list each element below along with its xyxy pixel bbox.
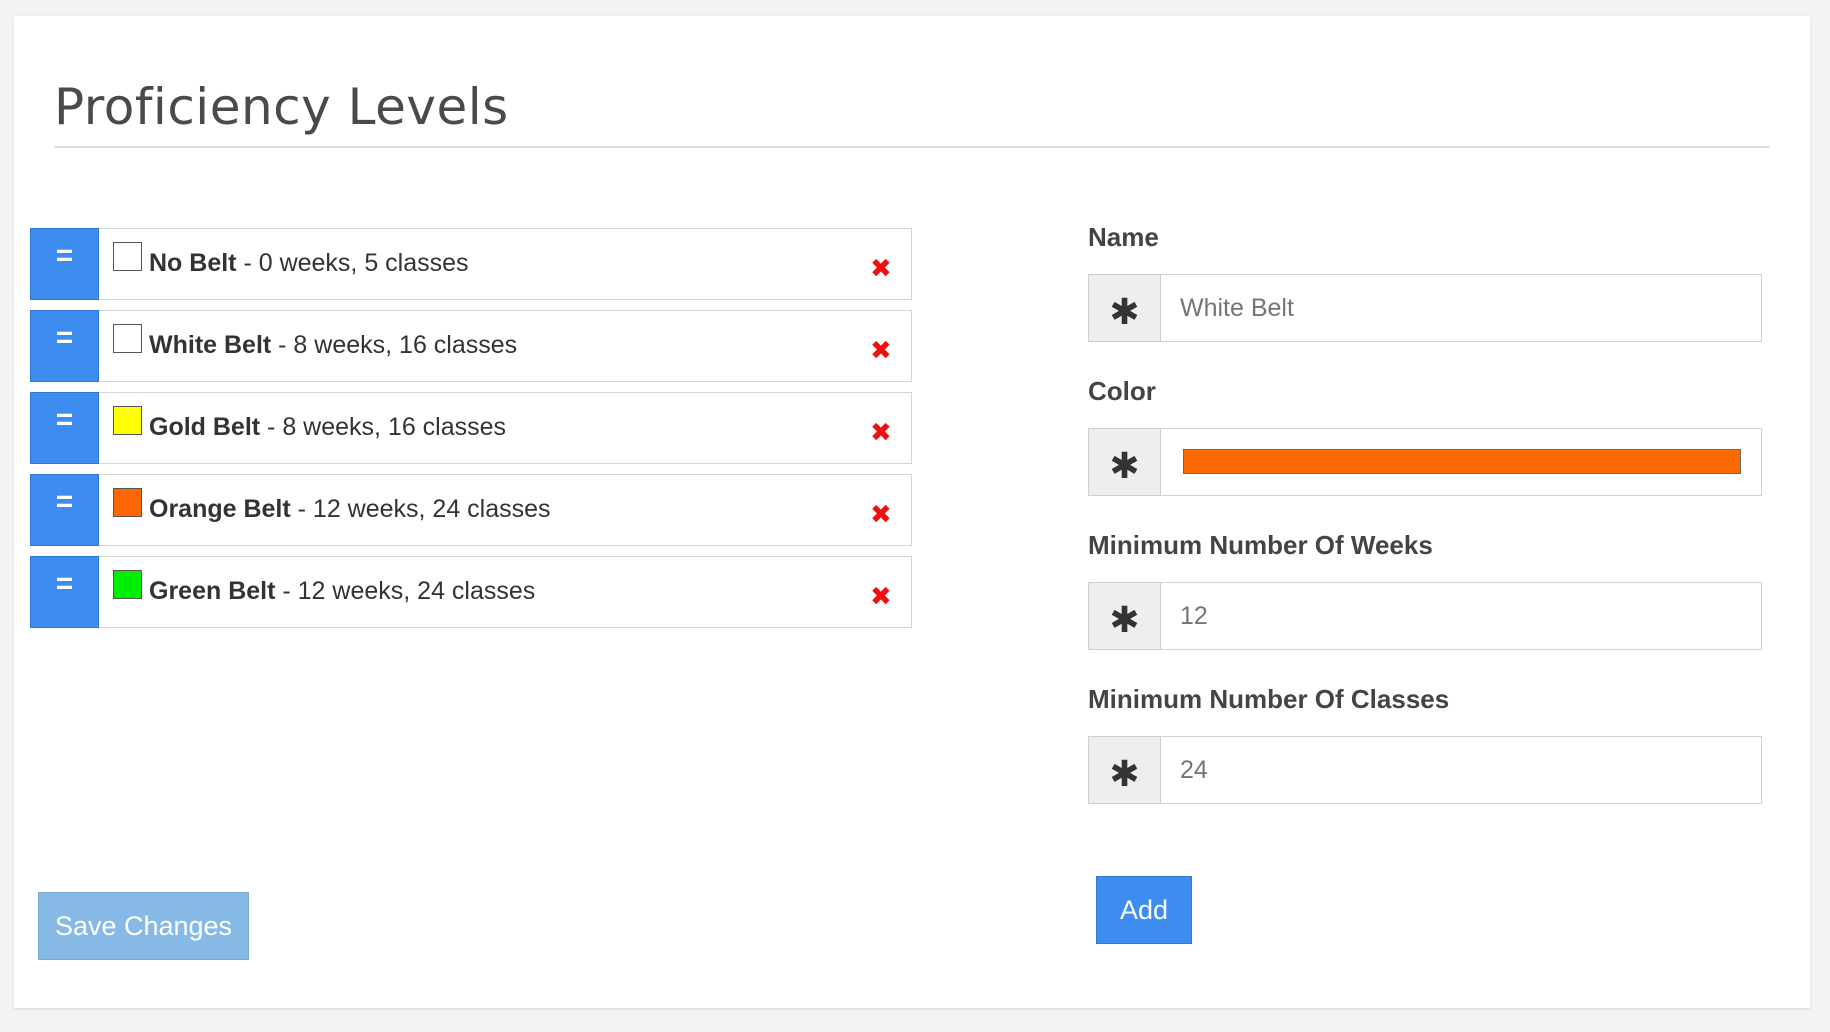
level-detail: - 12 weeks, 24 classes <box>275 577 536 605</box>
level-detail: - 8 weeks, 16 classes <box>260 413 507 441</box>
belt-color-swatch <box>113 488 142 517</box>
level-list: = No Belt - 0 weeks, 5 classes ✖ = White… <box>30 228 912 638</box>
name-input-group: ✱ <box>1088 274 1762 342</box>
min-classes-label: Minimum Number Of Classes <box>1088 684 1450 714</box>
required-icon: ✱ <box>1089 737 1161 803</box>
level-name: White Belt <box>149 331 272 359</box>
min-weeks-label: Minimum Number Of Weeks <box>1088 530 1433 560</box>
min-weeks-input[interactable] <box>1162 583 1761 649</box>
color-picker[interactable] <box>1183 449 1741 474</box>
level-label: Gold Belt - 8 weeks, 16 classes <box>149 413 506 442</box>
drag-handle-icon[interactable]: = <box>30 474 99 546</box>
name-label: Name <box>1088 222 1159 252</box>
belt-color-swatch <box>113 406 142 435</box>
level-name: Orange Belt <box>149 495 291 523</box>
level-name: No Belt <box>149 249 237 277</box>
remove-icon[interactable]: ✖ <box>870 337 892 363</box>
remove-icon[interactable]: ✖ <box>870 255 892 281</box>
level-detail: - 0 weeks, 5 classes <box>236 249 469 277</box>
level-item-orange-belt[interactable]: = Orange Belt - 12 weeks, 24 classes ✖ <box>30 474 912 546</box>
level-detail: - 12 weeks, 24 classes <box>290 495 551 523</box>
page-title: Proficiency Levels <box>54 78 509 136</box>
level-label: Orange Belt - 12 weeks, 24 classes <box>149 495 551 524</box>
belt-color-swatch <box>113 324 142 353</box>
color-label: Color <box>1088 376 1156 406</box>
min-classes-input-group: ✱ <box>1088 736 1762 804</box>
color-input-group: ✱ <box>1088 428 1762 496</box>
min-classes-input[interactable] <box>1162 737 1761 803</box>
belt-color-swatch <box>113 570 142 599</box>
level-label: Green Belt - 12 weeks, 24 classes <box>149 577 535 606</box>
drag-handle-icon[interactable]: = <box>30 392 99 464</box>
level-item-white-belt[interactable]: = White Belt - 8 weeks, 16 classes ✖ <box>30 310 912 382</box>
belt-color-swatch <box>113 242 142 271</box>
level-name: Gold Belt <box>149 413 261 441</box>
remove-icon[interactable]: ✖ <box>870 501 892 527</box>
required-icon: ✱ <box>1089 583 1161 649</box>
save-changes-button[interactable]: Save Changes <box>38 892 249 960</box>
required-icon: ✱ <box>1089 429 1161 495</box>
level-label: No Belt - 0 weeks, 5 classes <box>149 249 469 278</box>
level-item-no-belt[interactable]: = No Belt - 0 weeks, 5 classes ✖ <box>30 228 912 300</box>
add-button[interactable]: Add <box>1096 876 1192 944</box>
title-divider <box>54 146 1770 148</box>
level-name: Green Belt <box>149 577 276 605</box>
min-weeks-input-group: ✱ <box>1088 582 1762 650</box>
required-icon: ✱ <box>1089 275 1161 341</box>
drag-handle-icon[interactable]: = <box>30 310 99 382</box>
proficiency-panel: Proficiency Levels = No Belt - 0 weeks, … <box>14 16 1810 1008</box>
drag-handle-icon[interactable]: = <box>30 228 99 300</box>
level-label: White Belt - 8 weeks, 16 classes <box>149 331 517 360</box>
level-detail: - 8 weeks, 16 classes <box>271 331 518 359</box>
level-item-green-belt[interactable]: = Green Belt - 12 weeks, 24 classes ✖ <box>30 556 912 628</box>
remove-icon[interactable]: ✖ <box>870 583 892 609</box>
drag-handle-icon[interactable]: = <box>30 556 99 628</box>
remove-icon[interactable]: ✖ <box>870 419 892 445</box>
name-input[interactable] <box>1162 275 1761 341</box>
level-item-gold-belt[interactable]: = Gold Belt - 8 weeks, 16 classes ✖ <box>30 392 912 464</box>
